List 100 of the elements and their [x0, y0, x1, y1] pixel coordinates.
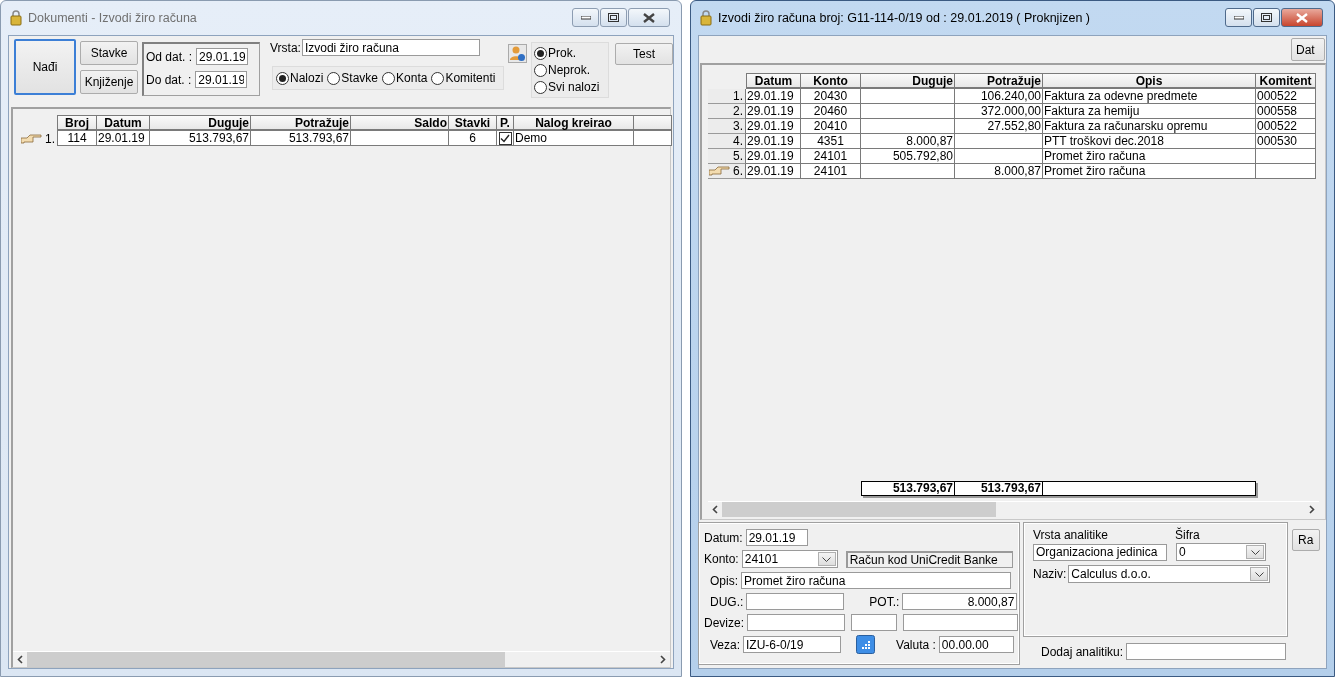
- table-cell: 372.000,00: [955, 104, 1043, 119]
- account-name-field[interactable]: Račun kod UniCredit Banke: [845, 550, 1013, 568]
- table-cell: 29.01.19: [97, 131, 150, 146]
- table-cell: 513.793,67: [150, 131, 251, 146]
- test-button[interactable]: Test: [615, 43, 673, 65]
- column-header[interactable]: Opis: [1043, 73, 1256, 89]
- table-cell: 20410: [801, 119, 861, 134]
- table-cell: 6: [449, 131, 497, 146]
- date-label: Do dat. :: [146, 72, 192, 87]
- window-title: Dokumenti - Izvodi žiro računa: [28, 11, 198, 25]
- row-number: 4.: [733, 134, 743, 148]
- table-cell: Faktura za odevne predmete: [1043, 89, 1256, 104]
- credit-field[interactable]: 8.000,87: [902, 593, 1018, 610]
- items-button[interactable]: Stavke: [80, 41, 138, 65]
- field-label: POT.:: [869, 594, 900, 609]
- name-dropdown[interactable]: Calculus d.o.o.: [1068, 565, 1271, 583]
- table-cell: 513.793,67: [251, 131, 351, 146]
- row-number: 2.: [733, 104, 743, 118]
- table-cell: Promet žiro računa: [1043, 164, 1256, 179]
- table-cell: Faktura za računarsku opremu: [1043, 119, 1256, 134]
- radio-option[interactable]: Konta: [382, 71, 428, 85]
- table-cell: 20460: [801, 104, 861, 119]
- type-field[interactable]: Izvodi žiro računa: [301, 39, 480, 56]
- table-cell: 505.792,80: [861, 149, 955, 164]
- row-header[interactable]: 3.: [708, 119, 746, 134]
- column-header[interactable]: Potražuje: [955, 73, 1043, 89]
- table-cell: Promet žiro računa: [1043, 149, 1256, 164]
- total-credit: 513.793,67: [955, 481, 1043, 496]
- row-number: 3.: [733, 119, 743, 133]
- row-header[interactable]: 4.: [708, 134, 746, 149]
- field-label: DUG.:: [710, 594, 744, 609]
- table-cell: 4351: [801, 134, 861, 149]
- field-label: Dodaj analitiku:: [1041, 644, 1124, 659]
- table-cell: 000558: [1256, 104, 1316, 119]
- table-cell: 8.000,87: [861, 134, 955, 149]
- table-cell: 000530: [1256, 134, 1316, 149]
- date-label: Od dat. :: [146, 49, 193, 64]
- field-label: Vrsta analitike: [1033, 528, 1109, 542]
- radio-option[interactable]: Neprok.: [534, 63, 606, 77]
- table-cell: 8.000,87: [955, 164, 1043, 179]
- table-cell: Faktura za hemiju: [1043, 104, 1256, 119]
- table-cell: 20430: [801, 89, 861, 104]
- row-header[interactable]: 2.: [708, 104, 746, 119]
- date-button[interactable]: Dat: [1291, 38, 1325, 61]
- field-label: Šifra: [1175, 528, 1200, 542]
- table-cell: 24101: [801, 164, 861, 179]
- column-header[interactable]: Komitent: [1256, 73, 1316, 89]
- column-header[interactable]: Konto: [801, 73, 861, 89]
- table-cell: 29.01.19: [746, 149, 801, 164]
- row-number: 6.: [733, 164, 743, 178]
- description-field[interactable]: Promet žiro računa: [741, 572, 1011, 589]
- table-cell: 29.01.19: [746, 104, 801, 119]
- code-dropdown[interactable]: 0: [1176, 543, 1266, 561]
- table-cell: 000522: [1256, 89, 1316, 104]
- window-title: Izvodi žiro računa broj: G11-114-0/19 od : 29.01.2019 ( Proknjizen ): [718, 11, 1091, 25]
- row-header[interactable]: 5.: [708, 149, 746, 164]
- column-header[interactable]: Nalog kreirao: [514, 115, 634, 131]
- column-header[interactable]: Datum: [746, 73, 801, 89]
- value-date-field[interactable]: 00.00.00: [938, 636, 1014, 653]
- table-cell: PTT troškovi dec.2018: [1043, 134, 1256, 149]
- table-cell: 114: [57, 131, 97, 146]
- field-label: Opis:: [710, 573, 738, 588]
- row-number: 5.: [733, 149, 743, 163]
- table-cell: 106.240,00: [955, 89, 1043, 104]
- find-button[interactable]: Nađi: [14, 39, 76, 95]
- row-header[interactable]: 1.: [13, 131, 57, 146]
- date-field[interactable]: 29.01.19: [196, 48, 249, 65]
- field-label: Devize:: [704, 615, 744, 630]
- side-button[interactable]: Ra: [1292, 529, 1320, 551]
- row-number: 1.: [733, 89, 743, 103]
- radio-option[interactable]: Prok.: [534, 46, 606, 60]
- column-header[interactable]: P.: [497, 115, 514, 131]
- column-header[interactable]: Duguje: [150, 115, 251, 131]
- link-field[interactable]: IZU-6-0/19: [743, 636, 842, 653]
- analytics-type-field[interactable]: Organizaciona jedinica: [1033, 543, 1167, 561]
- column-header[interactable]: Duguje: [861, 73, 955, 89]
- radio-option[interactable]: Svi nalozi: [534, 80, 606, 94]
- date-field[interactable]: 29.01.19: [745, 529, 808, 546]
- table-cell: Demo: [514, 131, 634, 146]
- radio-option[interactable]: Nalozi: [276, 71, 324, 85]
- radio-option[interactable]: Stavke: [327, 71, 379, 85]
- table-cell: 29.01.19: [746, 134, 801, 149]
- field-label: Veza:: [710, 637, 741, 652]
- total-debit: 513.793,67: [861, 481, 955, 496]
- date-field[interactable]: 29.01.19: [195, 71, 248, 88]
- table-cell: 29.01.19: [746, 164, 801, 179]
- column-header[interactable]: Potražuje: [251, 115, 351, 131]
- column-header[interactable]: Broj: [57, 115, 97, 131]
- column-header[interactable]: Stavki: [449, 115, 497, 131]
- field-label: Konto:: [704, 552, 739, 566]
- table-cell: 27.552,80: [955, 119, 1043, 134]
- column-header[interactable]: Saldo: [351, 115, 449, 131]
- row-header[interactable]: 1.: [708, 89, 746, 104]
- table-cell: 29.01.19: [746, 119, 801, 134]
- posting-button[interactable]: Knjiženje: [80, 70, 138, 94]
- account-dropdown[interactable]: 24101: [741, 550, 838, 568]
- column-header[interactable]: Datum: [97, 115, 150, 131]
- row-header[interactable]: 6.: [708, 164, 746, 179]
- type-label: Vrsta:: [270, 40, 301, 55]
- radio-option[interactable]: Komitenti: [431, 71, 496, 85]
